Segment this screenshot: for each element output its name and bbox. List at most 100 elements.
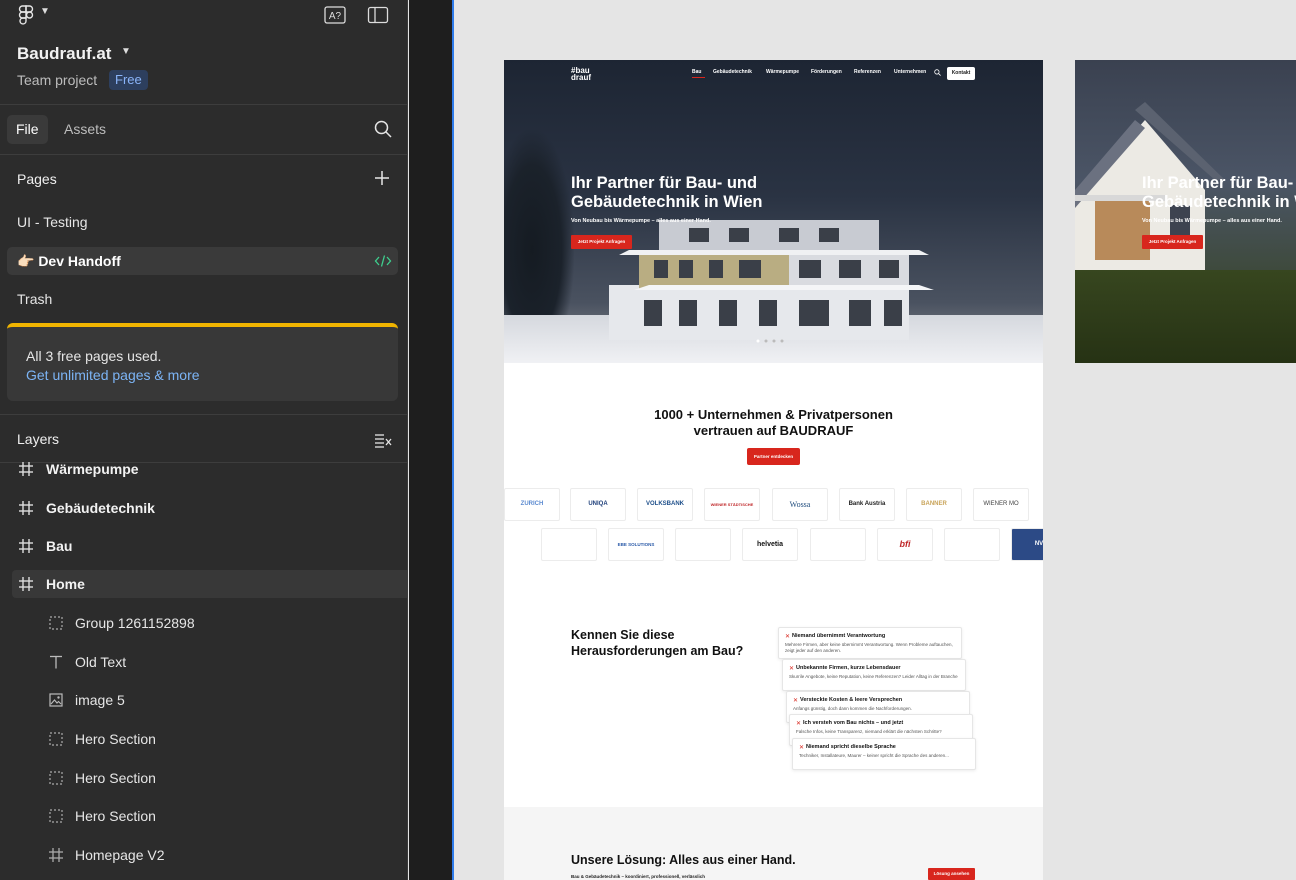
partner-logo: WIENER MO xyxy=(973,488,1029,521)
layer-item-hero-section[interactable]: Hero Section xyxy=(0,764,407,792)
partner-logo: bfi xyxy=(877,528,933,561)
layer-item-homepage-v2[interactable]: Homepage V2 xyxy=(0,841,407,869)
layer-item-old-text[interactable]: Old Text xyxy=(0,648,407,676)
nav-item-bau[interactable]: Bau xyxy=(692,69,701,75)
problem-text: Falsche Infos, keine Transparenz, nieman… xyxy=(796,729,942,734)
left-sidebar: ▼ A? Baudrauf.at ▼ Team project Free Fil… xyxy=(0,0,408,880)
hero-subtitle: Von Neubau bis Wärmepumpe – alles aus ei… xyxy=(1142,218,1282,224)
page-item-ui-testing[interactable]: UI - Testing xyxy=(17,214,88,230)
logo-line: drauf xyxy=(571,73,591,82)
layer-item-group[interactable]: Group 1261152898 xyxy=(0,609,407,637)
layer-label: Gebäudetechnik xyxy=(46,500,155,516)
page-item-trash[interactable]: Trash xyxy=(17,291,52,307)
group-icon xyxy=(49,771,63,785)
layer-item-waermepumpe[interactable]: Wärmepumpe xyxy=(0,455,407,483)
tab-file[interactable]: File xyxy=(7,115,48,144)
problem-title: Niemand übernimmt Verantwortung xyxy=(792,633,886,639)
partner-logo: EBE SOLUTIONS xyxy=(608,528,664,561)
pages-section-title: Pages xyxy=(17,171,57,187)
layer-label: Hero Section xyxy=(75,808,156,824)
text-icon xyxy=(50,655,62,669)
search-icon[interactable] xyxy=(374,120,392,138)
problem-text: Anfangs günstig, doch dann kommen die Na… xyxy=(793,706,912,711)
layers-section-title: Layers xyxy=(17,431,60,447)
nav-active-indicator xyxy=(692,77,705,78)
hero-lawn xyxy=(1075,270,1296,363)
figma-logo-icon[interactable] xyxy=(18,5,34,25)
problem-title: Versteckte Kosten & leere Versprechen xyxy=(800,697,903,703)
layer-item-hero-section[interactable]: Hero Section xyxy=(0,725,407,753)
hero-title: Ihr Partner für Bau- Gebäudetechnik in W xyxy=(1142,174,1296,212)
layer-item-bau[interactable]: Bau xyxy=(0,532,407,560)
image-icon xyxy=(49,693,63,707)
x-icon: ✕ xyxy=(793,698,799,704)
main-menu-chevron-icon[interactable]: ▼ xyxy=(40,6,50,17)
layer-item-gebaeudetechnik[interactable]: Gebäudetechnik xyxy=(0,494,407,522)
problems-title: Kennen Sie diese Herausforderungen am Ba… xyxy=(571,627,743,659)
home-frame[interactable]: #bau drauf Bau Gebäudetechnik Wärmepumpe… xyxy=(504,60,1043,880)
solution-subtitle: Bau & Gebäudetechnik – koordiniert, prof… xyxy=(571,874,706,879)
hero-cta-button[interactable]: Jetzt Projekt Anfragen xyxy=(571,235,632,249)
page-item-label: 👉🏻 Dev Handoff xyxy=(17,253,121,269)
layer-label: Home xyxy=(46,576,85,592)
nav-item-referenzen[interactable]: Referenzen xyxy=(854,69,881,75)
divider xyxy=(0,104,407,105)
partner-logo: NV xyxy=(1011,528,1043,561)
layer-item-hero-section[interactable]: Hero Section xyxy=(0,802,407,830)
add-page-icon[interactable] xyxy=(374,170,390,186)
partner-logo xyxy=(810,528,866,561)
collapse-layers-icon[interactable] xyxy=(374,432,392,448)
hero-title: Ihr Partner für Bau- und Gebäudetechnik … xyxy=(571,174,763,211)
project-name[interactable]: Baudrauf.at xyxy=(17,44,111,64)
nav-kontakt-button[interactable]: Kontakt xyxy=(947,67,975,80)
notice-text: All 3 free pages used. xyxy=(26,348,162,364)
problems-title-line: Kennen Sie diese xyxy=(571,628,675,642)
hero-title-line: Ihr Partner für Bau- xyxy=(1142,174,1294,192)
hero-cta-button[interactable]: Jetzt Projekt Anfragen xyxy=(1142,235,1203,249)
group-icon xyxy=(49,616,63,630)
layer-label: Bau xyxy=(46,538,73,554)
problem-text: Mehrere Firmen, aber keine übernimmt Ver… xyxy=(785,642,953,653)
partner-button[interactable]: Partner entdecken xyxy=(747,448,800,465)
divider xyxy=(0,414,407,415)
layer-label: Wärmepumpe xyxy=(46,461,139,477)
hero-tree-shape xyxy=(504,130,574,330)
homepage-v2-frame[interactable]: Ihr Partner für Bau- Gebäudetechnik in W… xyxy=(1075,60,1296,363)
site-search-icon[interactable] xyxy=(934,69,941,76)
nav-item-unternehmen[interactable]: Unternehmen xyxy=(894,69,926,75)
plan-badge[interactable]: Free xyxy=(109,70,148,90)
nav-item-foerderungen[interactable]: Förderungen xyxy=(811,69,842,75)
dev-mode-code-icon xyxy=(374,255,392,267)
upgrade-link[interactable]: Get unlimited pages & more xyxy=(26,367,200,383)
page-item-dev-handoff[interactable]: 👉🏻 Dev Handoff xyxy=(7,247,398,275)
trust-title-line: vertrauen auf BAUDRAUF xyxy=(693,423,854,438)
solution-title: Unsere Lösung: Alles aus einer Hand. xyxy=(571,853,796,867)
nav-item-waermepumpe[interactable]: Wärmepumpe xyxy=(766,69,799,75)
ai-assist-icon[interactable]: A? xyxy=(324,6,346,24)
solution-cta-button[interactable]: Lösung ansehen xyxy=(928,868,975,880)
layer-item-image-5[interactable]: image 5 xyxy=(0,686,407,714)
trust-section-title: 1000 + Unternehmen & Privatpersonen vert… xyxy=(504,407,1043,439)
hero-section: #bau drauf Bau Gebäudetechnik Wärmepumpe… xyxy=(504,60,1043,363)
x-icon: ✕ xyxy=(796,721,802,727)
layer-label: Hero Section xyxy=(75,770,156,786)
partner-logo: helvetia xyxy=(742,528,798,561)
nav-item-gebaeudetechnik[interactable]: Gebäudetechnik xyxy=(713,69,752,75)
site-logo[interactable]: #bau drauf xyxy=(571,67,591,82)
partner-logo: UNIQA xyxy=(570,488,626,521)
problems-title-line: Herausforderungen am Bau? xyxy=(571,644,744,658)
layer-item-home[interactable]: Home xyxy=(12,570,407,598)
x-icon: ✕ xyxy=(789,666,795,672)
toggle-sidebar-icon[interactable] xyxy=(367,6,389,24)
top-bar: ▼ A? xyxy=(0,0,407,32)
frame-icon xyxy=(19,577,33,591)
problem-title: Ich versteh vom Bau nichts – und jetzt xyxy=(803,720,904,726)
group-icon xyxy=(49,809,63,823)
partner-logo xyxy=(541,528,597,561)
tab-assets[interactable]: Assets xyxy=(55,115,115,144)
x-icon: ✕ xyxy=(785,634,791,640)
partner-logo: Wossa xyxy=(772,488,828,521)
carousel-dots[interactable] xyxy=(754,339,794,343)
problem-card: ✕ Niemand spricht dieselbe Sprache Techn… xyxy=(792,738,976,770)
project-menu-chevron-icon[interactable]: ▼ xyxy=(121,46,131,57)
